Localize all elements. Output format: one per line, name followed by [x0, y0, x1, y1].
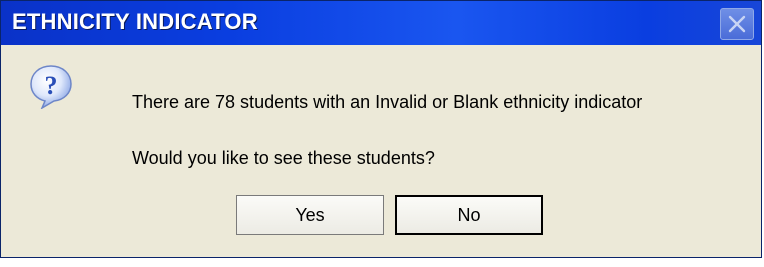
no-button[interactable]: No	[395, 195, 543, 235]
question-icon: ?	[28, 63, 74, 110]
close-button[interactable]	[720, 8, 754, 40]
yes-button[interactable]: Yes	[236, 195, 384, 235]
message-dialog: ETHNICITY INDICATOR ? There are 78 stude…	[0, 0, 762, 258]
message-line-1: There are 78 students with an Invalid or…	[132, 92, 643, 112]
svg-text:?: ?	[45, 71, 58, 100]
close-icon	[728, 15, 746, 33]
dialog-title: ETHNICITY INDICATOR	[12, 9, 258, 34]
title-bar[interactable]: ETHNICITY INDICATOR	[1, 1, 761, 45]
message-line-2: Would you like to see these students?	[132, 148, 435, 168]
